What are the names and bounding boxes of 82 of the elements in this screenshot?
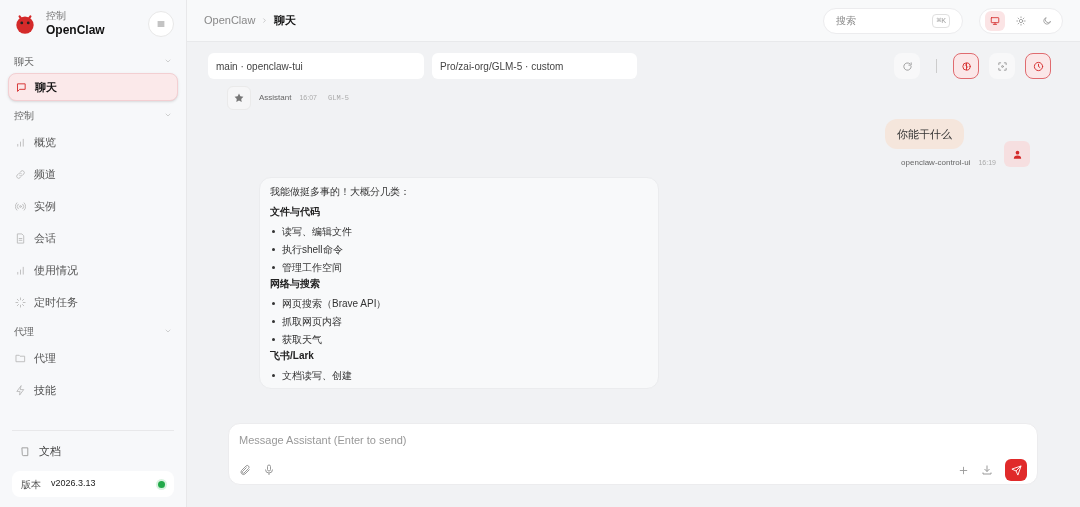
docs-link[interactable]: 文档	[8, 439, 178, 463]
sidebar-item[interactable]: 聊天	[8, 73, 178, 101]
list-item: 网页搜索（Brave API）	[282, 296, 387, 311]
version-label: 版本	[21, 477, 41, 492]
loader-icon	[15, 296, 26, 308]
broadcast-icon	[15, 200, 26, 212]
list-item: 获取天气	[282, 332, 322, 347]
list-item: 执行shell命令	[282, 242, 343, 257]
message-composer[interactable]: Message Assistant (Enter to send)	[228, 423, 1038, 485]
moon-icon	[1042, 15, 1052, 26]
brand-name: OpenClaw	[46, 22, 105, 38]
bullet-icon	[272, 337, 275, 341]
section-label: 聊天	[14, 54, 34, 69]
brain-icon	[960, 60, 972, 72]
sender-name: openclaw-control-ui	[901, 157, 971, 169]
version-number: v2026.3.13	[51, 477, 96, 491]
person-icon	[1011, 148, 1023, 160]
bullet-icon	[272, 319, 275, 323]
sidebar-item[interactable]: 定时任务	[8, 288, 178, 316]
sun-icon	[1016, 15, 1026, 26]
section-heading: 网络与搜索	[270, 277, 321, 291]
folder-icon	[15, 352, 26, 364]
chevron-icon	[261, 17, 269, 24]
sidebar-item[interactable]: 概览	[8, 128, 178, 156]
search-field[interactable]: 搜索 ⌘K	[823, 7, 963, 34]
message-text: 我能做挺多事的！大概分几类：	[270, 185, 411, 199]
monitor-icon	[990, 15, 1000, 26]
lightning-icon	[15, 384, 26, 396]
bullet-icon	[272, 229, 275, 233]
refresh-icon	[901, 60, 913, 72]
section-label: 控制	[14, 108, 34, 123]
bullet-icon	[272, 373, 275, 377]
bullet-icon	[272, 247, 275, 251]
section-label: 代理	[14, 324, 34, 339]
chat-icon	[16, 81, 27, 93]
message-input[interactable]: Message Assistant (Enter to send)	[229, 424, 1037, 456]
shortcut-hint: ⌘K	[932, 13, 950, 28]
toolbar-button[interactable]	[989, 53, 1015, 79]
menu-icon	[155, 18, 167, 30]
toolbar-button[interactable]	[894, 53, 920, 79]
sidebar-item[interactable]: 会话	[8, 224, 178, 252]
plus-icon[interactable]	[958, 464, 969, 476]
bullet-icon	[272, 265, 275, 269]
list-item: 文档读写、创建	[282, 368, 352, 383]
breadcrumb-current: 聊天	[274, 13, 297, 29]
theme-button[interactable]	[985, 10, 1005, 31]
paperclip-icon[interactable]	[239, 464, 251, 476]
star-icon	[233, 92, 245, 104]
sidebar-item[interactable]: 实例	[8, 192, 178, 220]
toolbar-button[interactable]	[1025, 53, 1051, 79]
bar-chart-icon	[15, 136, 26, 148]
link-icon	[15, 168, 26, 180]
document-icon	[15, 232, 26, 244]
sidebar-item[interactable]: 技能	[8, 376, 178, 404]
focus-icon	[996, 60, 1008, 72]
microphone-icon[interactable]	[263, 464, 275, 476]
breadcrumb-link[interactable]: OpenClaw	[204, 12, 256, 29]
user-message: 你能干什么	[885, 119, 964, 149]
clock-icon	[1032, 60, 1044, 72]
sender-name: Assistant	[259, 92, 292, 104]
section-heading: 文件与代码	[270, 205, 321, 219]
chevron-icon[interactable]	[164, 327, 172, 335]
chevron-icon[interactable]	[164, 111, 172, 119]
model-select[interactable]: Pro/zai-org/GLM-5 · custom	[432, 53, 637, 79]
send-icon	[1010, 464, 1022, 476]
sidebar-item[interactable]: 代理	[8, 344, 178, 372]
chevron-icon[interactable]	[164, 57, 172, 65]
sidebar-item[interactable]: 频道	[8, 160, 178, 188]
list-item: 管理工作空间	[282, 260, 342, 275]
toolbar-button[interactable]	[953, 53, 979, 79]
sidebar-item[interactable]: 使用情况	[8, 256, 178, 284]
book-icon	[20, 445, 31, 457]
send-button[interactable]	[1005, 459, 1027, 481]
bullet-icon	[272, 301, 275, 305]
section-heading: 飞书/Lark	[270, 349, 315, 363]
list-item: 读写、编辑文件	[282, 224, 352, 239]
download-icon[interactable]	[981, 464, 993, 476]
menu-button[interactable]	[148, 11, 174, 37]
list-item: 抓取网页内容	[282, 314, 342, 329]
brand-subtitle: 控制	[46, 10, 67, 23]
bar-chart-icon	[15, 264, 26, 276]
session-select[interactable]: main · openclaw-tui	[208, 53, 424, 79]
